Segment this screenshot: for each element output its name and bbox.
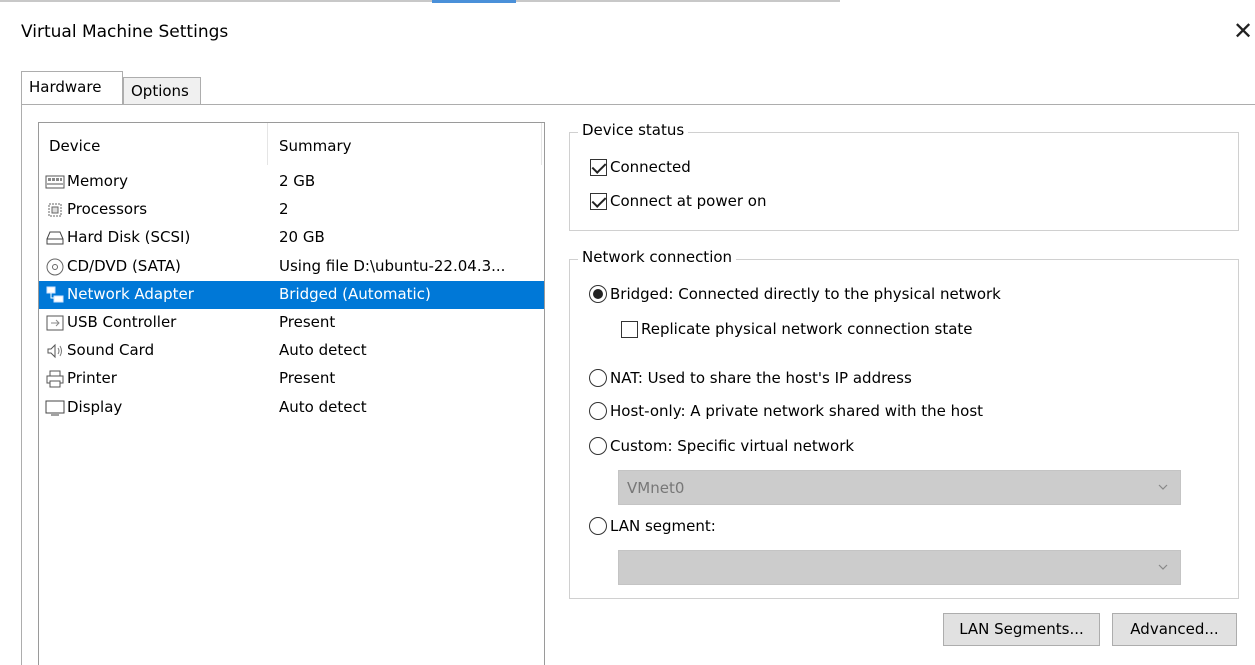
radio-circle[interactable] xyxy=(589,369,607,387)
usb-icon xyxy=(46,315,64,331)
device-name: Memory xyxy=(67,172,129,190)
device-row-usb-controller[interactable]: USB Controller Present xyxy=(39,309,544,337)
custom-label: Custom: Specific virtual network xyxy=(610,437,855,455)
network-adapter-icon xyxy=(46,286,64,303)
processor-icon xyxy=(48,203,62,217)
radio-circle[interactable] xyxy=(589,402,607,420)
device-summary: Present xyxy=(279,369,336,388)
device-row-sound-card[interactable]: Sound Card Auto detect xyxy=(39,337,544,365)
device-status-legend: Device status xyxy=(578,121,689,139)
speaker-icon xyxy=(47,343,62,359)
nat-radio[interactable]: NAT: Used to share the host's IP address xyxy=(589,369,912,387)
lan-segments-button[interactable]: LAN Segments... xyxy=(943,613,1100,646)
lan-segment-label: LAN segment: xyxy=(610,517,716,535)
chevron-down-icon xyxy=(1158,484,1168,490)
radio-circle[interactable] xyxy=(589,285,607,303)
close-icon[interactable]: ✕ xyxy=(1232,18,1254,44)
device-row-printer[interactable]: Printer Present xyxy=(39,365,544,393)
network-connection-legend: Network connection xyxy=(578,248,737,266)
bridged-label: Bridged: Connected directly to the physi… xyxy=(610,285,1001,303)
device-name: Hard Disk (SCSI) xyxy=(67,228,191,247)
bridged-radio[interactable]: Bridged: Connected directly to the physi… xyxy=(589,285,1001,303)
printer-icon xyxy=(46,370,64,388)
window-top-border xyxy=(0,0,840,2)
device-row-cd-dvd[interactable]: CD/DVD (SATA) Using file D:\ubuntu-22.04… xyxy=(39,253,544,281)
connected-checkbox[interactable]: Connected xyxy=(590,158,691,176)
replicate-state-label: Replicate physical network connection st… xyxy=(641,320,973,338)
device-row-memory[interactable]: Memory 2 GB xyxy=(39,168,544,196)
column-header-summary[interactable]: Summary xyxy=(279,137,352,155)
device-row-network-adapter[interactable]: Network Adapter Bridged (Automatic) xyxy=(39,280,544,309)
custom-radio[interactable]: Custom: Specific virtual network xyxy=(589,437,854,455)
lan-segment-select[interactable] xyxy=(618,550,1181,585)
device-name: CD/DVD (SATA) xyxy=(67,256,181,275)
lan-segment-radio[interactable]: LAN segment: xyxy=(589,517,716,535)
column-separator[interactable] xyxy=(267,123,268,165)
device-name: Network Adapter xyxy=(67,284,194,303)
device-row-processors[interactable]: Processors 2 xyxy=(39,196,544,224)
radio-circle[interactable] xyxy=(589,437,607,455)
window-title: Virtual Machine Settings xyxy=(21,22,229,42)
connect-at-power-on-checkbox[interactable]: Connect at power on xyxy=(590,192,766,210)
memory-icon xyxy=(45,175,65,189)
checkbox-box[interactable] xyxy=(621,320,638,338)
tab-hardware[interactable]: Hardware xyxy=(21,71,123,104)
device-status-group: Device status Connected Connect at power… xyxy=(569,121,1239,231)
replicate-state-checkbox[interactable]: Replicate physical network connection st… xyxy=(621,320,973,338)
custom-network-value: VMnet0 xyxy=(627,479,685,497)
column-header-device[interactable]: Device xyxy=(49,137,100,155)
device-summary: 20 GB xyxy=(279,228,325,247)
column-separator[interactable] xyxy=(541,123,542,165)
advanced-button[interactable]: Advanced... xyxy=(1112,613,1237,646)
window-top-accent xyxy=(432,0,516,3)
connected-label: Connected xyxy=(610,158,691,176)
connect-at-power-on-label: Connect at power on xyxy=(610,192,767,210)
device-rows: Memory 2 GB Processors 2 Hard Disk (SCSI… xyxy=(39,168,544,422)
hard-disk-icon xyxy=(46,231,64,245)
device-summary: Auto detect xyxy=(279,397,367,416)
cd-dvd-icon xyxy=(46,258,64,276)
device-summary: Present xyxy=(279,312,336,331)
host-only-radio[interactable]: Host-only: A private network shared with… xyxy=(589,402,983,420)
checkbox-box[interactable] xyxy=(590,158,607,176)
custom-network-select[interactable]: VMnet0 xyxy=(618,470,1181,505)
device-row-hard-disk[interactable]: Hard Disk (SCSI) 20 GB xyxy=(39,224,544,252)
device-summary: 2 GB xyxy=(279,172,316,190)
checkbox-box[interactable] xyxy=(590,192,607,210)
device-name: Sound Card xyxy=(67,341,155,360)
device-name: USB Controller xyxy=(67,312,177,331)
device-summary: 2 xyxy=(279,200,289,219)
chevron-down-icon xyxy=(1158,564,1168,570)
device-summary: Using file D:\ubuntu-22.04.3... xyxy=(279,256,506,275)
device-name: Processors xyxy=(67,200,148,219)
device-name: Printer xyxy=(67,369,117,388)
radio-circle[interactable] xyxy=(589,517,607,535)
device-summary: Bridged (Automatic) xyxy=(279,284,431,303)
device-list-header: Device Summary xyxy=(39,123,544,165)
device-row-display[interactable]: Display Auto detect xyxy=(39,394,544,422)
device-name: Display xyxy=(67,397,123,416)
device-summary: Auto detect xyxy=(279,341,367,360)
tab-options[interactable]: Options xyxy=(123,77,201,104)
device-list[interactable]: Device Summary Memory 2 GB Processors 2 … xyxy=(38,122,545,665)
network-connection-group: Network connection Bridged: Connected di… xyxy=(569,248,1239,599)
display-icon xyxy=(45,400,65,415)
host-only-label: Host-only: A private network shared with… xyxy=(610,402,984,420)
nat-label: NAT: Used to share the host's IP address xyxy=(610,369,912,387)
